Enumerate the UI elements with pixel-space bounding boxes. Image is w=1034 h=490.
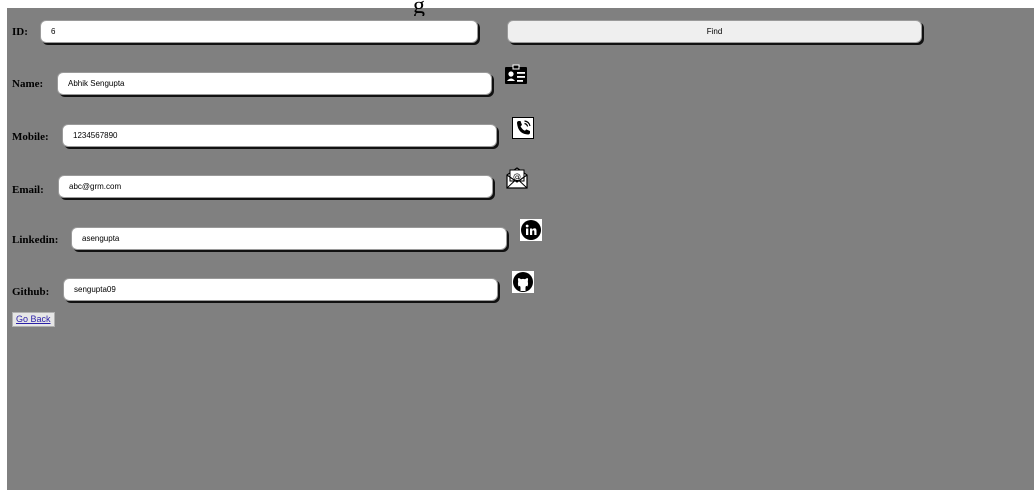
name-label: Name: bbox=[12, 78, 44, 90]
go-back-link[interactable]: Go Back bbox=[12, 312, 55, 327]
mail-icon: @ bbox=[506, 167, 528, 189]
id-card-icon bbox=[505, 64, 527, 84]
github-icon bbox=[512, 271, 534, 293]
email-label: Email: bbox=[12, 184, 44, 196]
page-heading-fragment: g bbox=[413, 0, 425, 16]
email-input[interactable] bbox=[58, 175, 493, 198]
phone-icon bbox=[512, 117, 534, 139]
name-input[interactable] bbox=[57, 72, 492, 95]
find-button[interactable]: Find bbox=[507, 20, 922, 43]
github-input[interactable] bbox=[63, 278, 498, 301]
form-panel: g ID: Find Name: Mobile: Email: @ Linked… bbox=[7, 0, 1034, 490]
github-label: Github: bbox=[12, 286, 50, 298]
linkedin-label: Linkedin: bbox=[12, 234, 59, 246]
mobile-input[interactable] bbox=[62, 124, 497, 147]
id-input[interactable] bbox=[40, 20, 478, 43]
id-label: ID: bbox=[12, 26, 28, 38]
linkedin-icon bbox=[520, 219, 542, 241]
mobile-label: Mobile: bbox=[12, 131, 49, 143]
linkedin-input[interactable] bbox=[71, 227, 507, 250]
